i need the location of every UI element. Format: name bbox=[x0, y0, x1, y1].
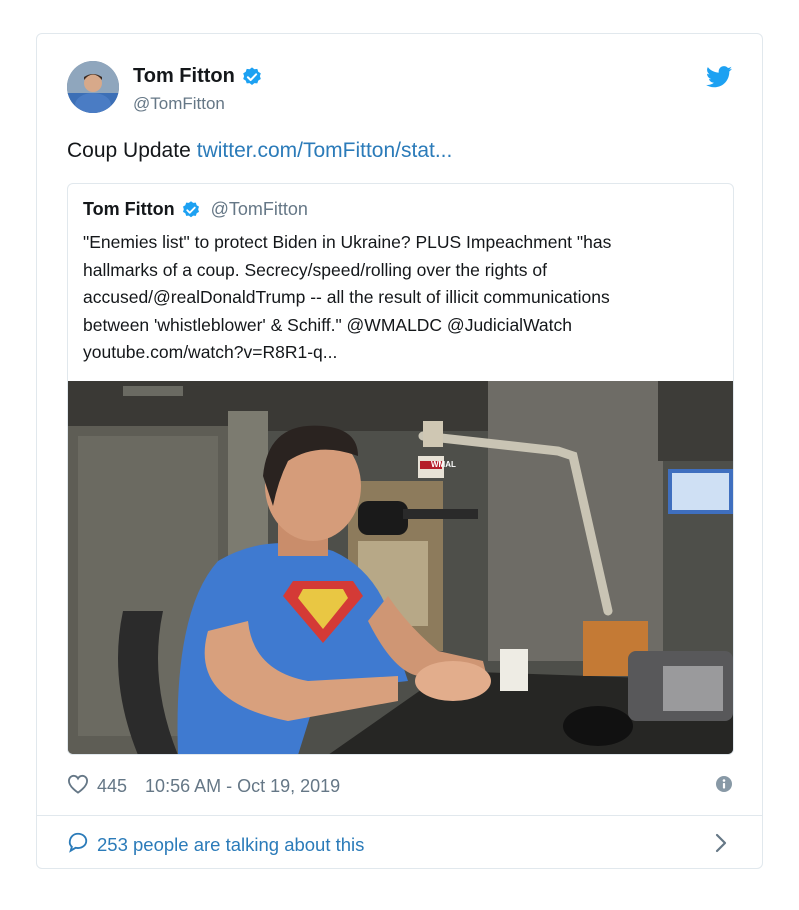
quoted-author-name[interactable]: Tom Fitton bbox=[83, 199, 175, 220]
author-handle[interactable]: @TomFitton bbox=[133, 94, 225, 114]
tweet-text: Coup Update twitter.com/TomFitton/stat... bbox=[67, 138, 452, 164]
embedded-tweet-card: Tom Fitton @TomFitton Coup Update twitter… bbox=[36, 33, 763, 869]
verified-badge-icon bbox=[241, 66, 263, 88]
tweet-link[interactable]: twitter.com/TomFitton/stat... bbox=[197, 139, 453, 162]
quoted-text-line: "Enemies list" to protect Biden in Ukrai… bbox=[83, 232, 612, 252]
quoted-text-line: between 'whistleblower' & Schiff." @WMAL… bbox=[83, 314, 573, 335]
tweet-body: Coup Update bbox=[67, 139, 191, 162]
talking-count-text: 253 people are talking about this bbox=[97, 833, 365, 855]
info-icon[interactable] bbox=[716, 776, 732, 797]
chevron-right-icon[interactable] bbox=[714, 832, 728, 859]
quoted-text: "Enemies list" to protect Biden in Ukrai… bbox=[83, 229, 723, 367]
talking-link[interactable]: 253 people are talking about this bbox=[67, 831, 364, 858]
verified-badge-icon bbox=[181, 200, 201, 220]
quoted-text-line: hallmarks of a coup. Secrecy/speed/rolli… bbox=[83, 259, 547, 280]
quoted-tweet[interactable]: Tom Fitton @TomFitton "Enemies list" to … bbox=[67, 183, 734, 755]
heart-icon[interactable] bbox=[67, 774, 89, 799]
quoted-media-image[interactable]: WMAL bbox=[68, 381, 733, 754]
footer-divider bbox=[37, 815, 762, 816]
wmal-sign-text: WMAL bbox=[431, 460, 456, 469]
like-count[interactable]: 445 bbox=[97, 776, 127, 797]
comment-bubble-icon bbox=[67, 831, 89, 858]
quoted-text-line: accused/@realDonaldTrump -- all the resu… bbox=[83, 287, 610, 308]
tweet-timestamp[interactable]: 10:56 AM - Oct 19, 2019 bbox=[145, 776, 340, 797]
quoted-text-line: youtube.com/watch?v=R8R1-q... bbox=[83, 342, 338, 363]
quoted-header: Tom Fitton @TomFitton bbox=[83, 199, 308, 220]
tweet-footer: 445 10:56 AM - Oct 19, 2019 bbox=[67, 774, 340, 799]
author-name-row: Tom Fitton bbox=[133, 65, 263, 88]
author-name[interactable]: Tom Fitton bbox=[133, 65, 235, 88]
quoted-author-handle[interactable]: @TomFitton bbox=[211, 199, 308, 220]
author-avatar[interactable] bbox=[67, 61, 119, 113]
twitter-bird-icon[interactable] bbox=[706, 66, 732, 93]
